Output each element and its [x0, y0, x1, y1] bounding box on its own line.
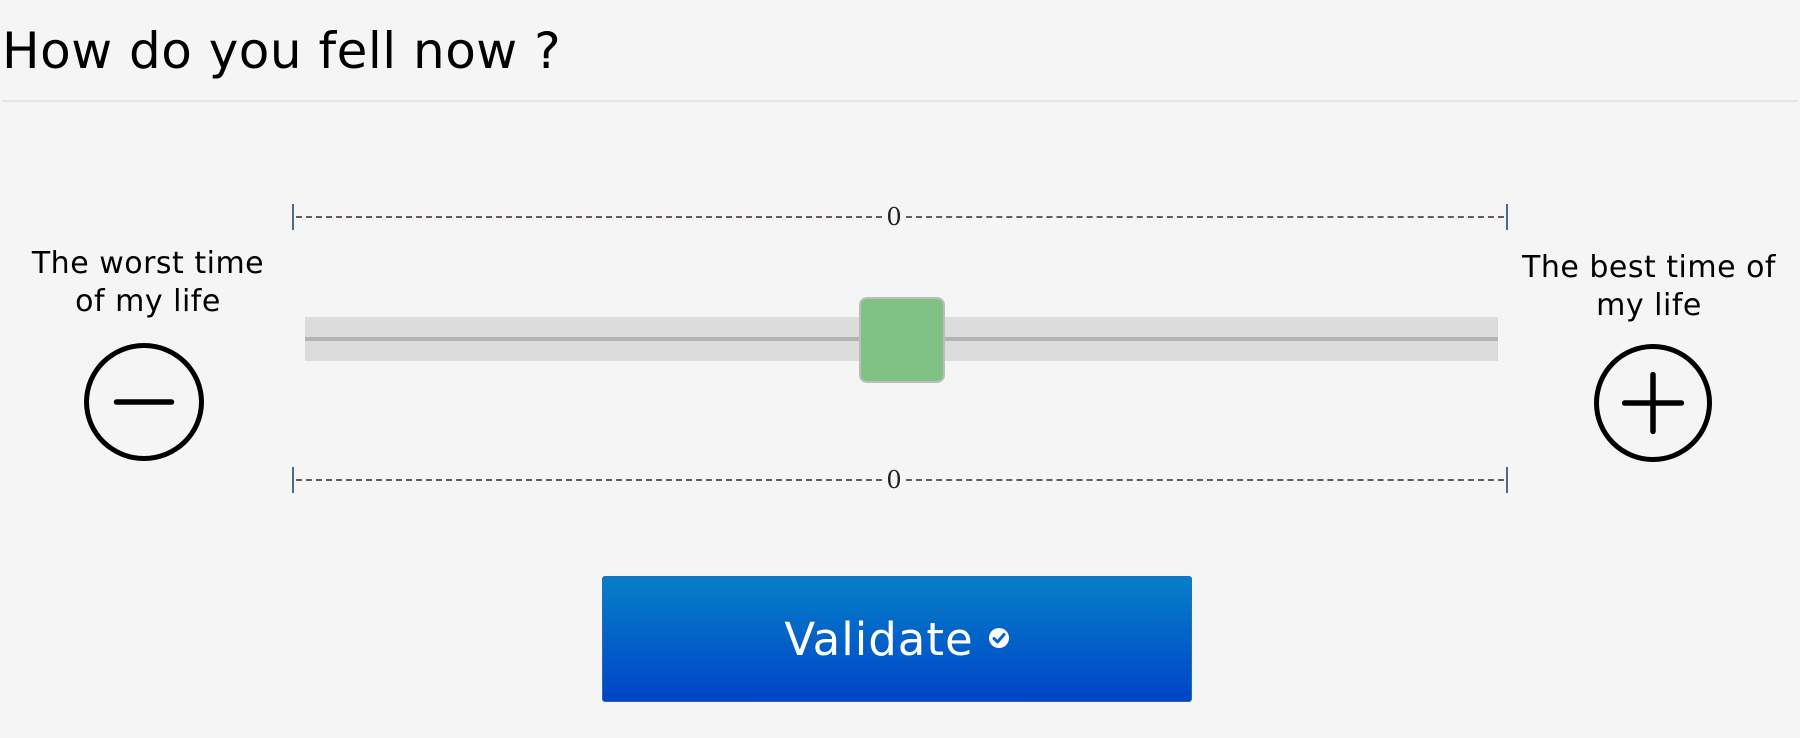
ruler-tick-start	[292, 467, 294, 493]
top-scale-ruler: 0	[292, 202, 1508, 232]
page: How do you fell now ? The worst time of …	[0, 0, 1800, 738]
ruler-line-right	[906, 479, 1504, 481]
increase-button[interactable]	[1594, 344, 1712, 462]
bottom-scale-ruler: 0	[292, 465, 1508, 495]
minus-circle-icon	[113, 399, 175, 405]
top-scale-value: 0	[886, 203, 902, 231]
plus-circle-icon	[1621, 371, 1685, 435]
max-label: The best time of my life	[1522, 250, 1776, 323]
validate-label: Validate	[784, 612, 974, 666]
ruler-tick-end	[1506, 204, 1508, 230]
check-circle-icon	[988, 628, 1009, 648]
ruler-line-right	[906, 216, 1504, 218]
ruler-tick-start	[292, 204, 294, 230]
ruler-tick-end	[1506, 467, 1508, 493]
ruler-line-left	[296, 479, 882, 481]
bottom-scale-value: 0	[886, 466, 902, 494]
slider-thumb[interactable]	[858, 297, 945, 383]
ruler-line-left	[296, 216, 882, 218]
validate-button[interactable]: Validate	[602, 576, 1192, 702]
title-divider	[2, 100, 1798, 102]
decrease-button[interactable]	[84, 343, 204, 461]
page-title: How do you fell now ?	[2, 22, 562, 80]
min-label: The worst time of my life	[31, 246, 265, 319]
